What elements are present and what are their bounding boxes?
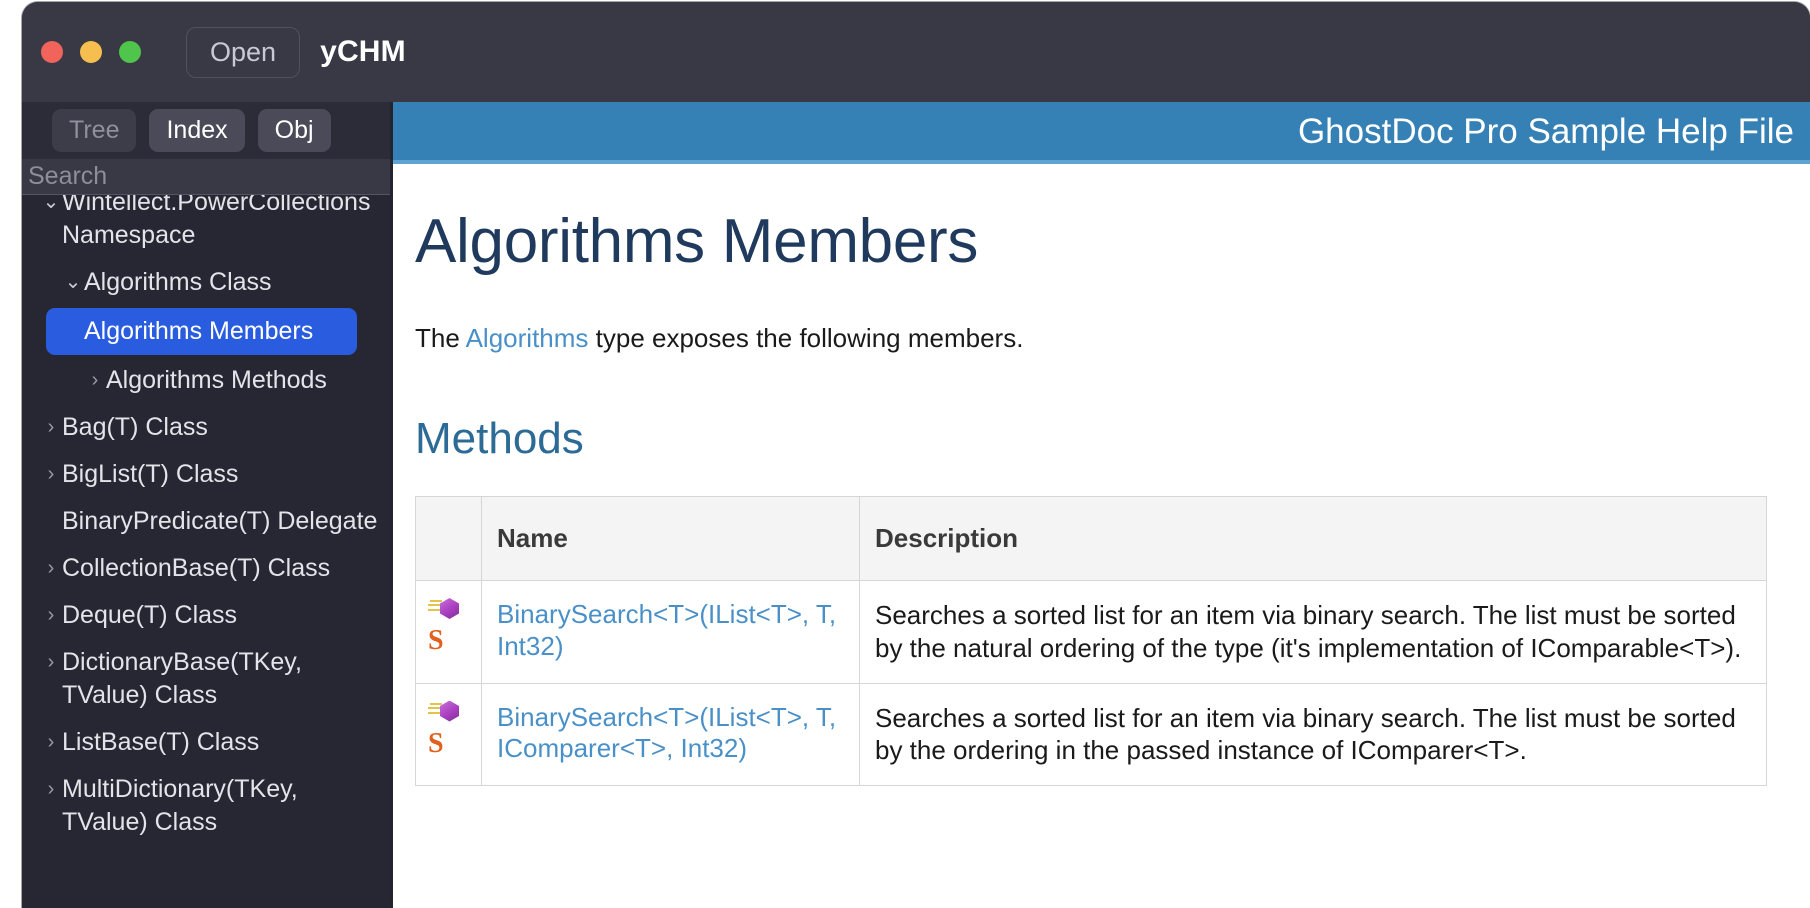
row-icons-cell: S <box>415 682 482 786</box>
section-title-methods: Methods <box>415 414 584 463</box>
tree-item-label: Deque(T) Class <box>62 601 238 629</box>
close-window-icon[interactable] <box>41 41 63 63</box>
tree-item-algorithms-class[interactable]: ⌄ Algorithms Class <box>22 259 390 306</box>
column-header-description: Description <box>859 496 1767 581</box>
sidebar: Tree Index Obj ⌄ Wintellect.PowerCollect… <box>22 102 390 908</box>
tab-index[interactable]: Index <box>149 108 245 153</box>
tab-tree[interactable]: Tree <box>52 108 137 153</box>
column-header-icon <box>415 496 482 581</box>
chevron-right-icon[interactable]: › <box>84 364 106 396</box>
document-pane: GhostDoc Pro Sample Help File Algorithms… <box>390 102 1810 908</box>
methods-table: Name Description S BinarySearch<T>(IList… <box>415 496 1767 786</box>
tree-item-label: Wintellect.PowerCollections Namespace <box>62 195 371 249</box>
tab-obj[interactable]: Obj <box>257 108 331 153</box>
public-method-icon <box>428 700 462 726</box>
intro-paragraph: The Algorithms type exposes the followin… <box>415 323 1777 354</box>
sidebar-tabbar: Tree Index Obj <box>22 102 390 159</box>
method-description-cell: Searches a sorted list for an item via b… <box>859 580 1767 684</box>
maximize-window-icon[interactable] <box>119 41 141 63</box>
tree-item-binarypredicate-delegate[interactable]: › BinaryPredicate(T) Delegate <box>22 498 390 545</box>
method-name-cell: BinarySearch<T>(IList<T>, T, Int32) <box>481 580 860 684</box>
algorithms-type-link[interactable]: Algorithms <box>466 323 589 353</box>
chevron-right-icon[interactable]: › <box>40 646 62 678</box>
tree-item-deque-class[interactable]: › Deque(T) Class <box>22 592 390 639</box>
public-method-icon <box>428 597 462 623</box>
column-header-name: Name <box>481 496 860 581</box>
search-bar <box>22 159 390 195</box>
traffic-light-controls <box>41 41 141 63</box>
tree-item-label: Algorithms Members <box>84 317 314 345</box>
tree-item-label: BigList(T) Class <box>62 460 239 488</box>
table-row: S BinarySearch<T>(IList<T>, T, Int32) Se… <box>415 580 1767 684</box>
tree-item-listbase-class[interactable]: › ListBase(T) Class <box>22 719 390 766</box>
chevron-right-icon[interactable]: › <box>40 599 62 631</box>
tree-item-algorithms-members[interactable]: Algorithms Members <box>46 308 357 355</box>
tree-item-namespace[interactable]: ⌄ Wintellect.PowerCollections Namespace <box>22 195 390 259</box>
application-window: Open yCHM Tree Index Obj ⌄ Wintellect.Po… <box>22 2 1810 908</box>
row-icons-cell: S <box>415 580 482 684</box>
tree-item-label: MultiDictionary(TKey, TValue) Class <box>62 775 298 836</box>
minimize-window-icon[interactable] <box>80 41 102 63</box>
window-titlebar: Open yCHM <box>22 2 1810 102</box>
method-link[interactable]: BinarySearch<T>(IList<T>, T, IComparer<T… <box>497 702 844 765</box>
chevron-down-icon[interactable]: ⌄ <box>62 266 84 298</box>
chevron-right-icon[interactable]: › <box>40 726 62 758</box>
method-link[interactable]: BinarySearch<T>(IList<T>, T, Int32) <box>497 599 844 662</box>
method-name-cell: BinarySearch<T>(IList<T>, T, IComparer<T… <box>481 682 860 786</box>
intro-text-after: type exposes the following members. <box>588 323 1024 353</box>
open-file-button[interactable]: Open <box>186 26 301 78</box>
tree-item-label: DictionaryBase(TKey, TValue) Class <box>62 648 302 709</box>
tree-item-label: Bag(T) Class <box>62 413 208 441</box>
chevron-right-icon[interactable]: › <box>40 552 62 584</box>
tree-item-collectionbase-class[interactable]: › CollectionBase(T) Class <box>22 545 390 592</box>
tree-item-biglist-class[interactable]: › BigList(T) Class <box>22 451 390 498</box>
app-title: yCHM <box>320 35 406 68</box>
tree-item-multidictionary-class[interactable]: › MultiDictionary(TKey, TValue) Class <box>22 766 390 846</box>
help-file-title: GhostDoc Pro Sample Help File <box>1297 111 1794 151</box>
intro-text-before: The <box>415 323 466 353</box>
tree-item-dictionarybase-class[interactable]: › DictionaryBase(TKey, TValue) Class <box>22 639 390 719</box>
static-member-icon: S <box>428 625 444 656</box>
tree-item-label: CollectionBase(T) Class <box>62 554 331 582</box>
table-row: S BinarySearch<T>(IList<T>, T, IComparer… <box>415 682 1767 786</box>
table-header-row: Name Description <box>415 496 1767 581</box>
tree-item-bag-class[interactable]: › Bag(T) Class <box>22 404 390 451</box>
tree-item-label: ListBase(T) Class <box>62 728 260 756</box>
chevron-down-icon[interactable]: ⌄ <box>40 195 62 218</box>
tree-item-algorithms-methods[interactable]: › Algorithms Methods <box>22 357 390 404</box>
method-description-cell: Searches a sorted list for an item via b… <box>859 682 1767 786</box>
chevron-right-icon[interactable]: › <box>40 458 62 490</box>
static-member-icon: S <box>428 727 444 759</box>
search-input[interactable] <box>22 162 390 191</box>
navigation-tree[interactable]: ⌄ Wintellect.PowerCollections Namespace … <box>22 195 390 908</box>
tree-item-label: Algorithms Methods <box>106 366 327 394</box>
document-body: Algorithms Members The Algorithms type e… <box>393 164 1810 826</box>
chevron-right-icon[interactable]: › <box>40 773 62 805</box>
document-header-banner: GhostDoc Pro Sample Help File <box>393 102 1810 164</box>
page-title: Algorithms Members <box>415 207 979 276</box>
chevron-right-icon[interactable]: › <box>40 411 62 443</box>
tree-item-label: Algorithms Class <box>84 268 272 296</box>
bottom-spacer <box>415 786 1777 826</box>
tree-item-label: BinaryPredicate(T) Delegate <box>62 507 378 535</box>
